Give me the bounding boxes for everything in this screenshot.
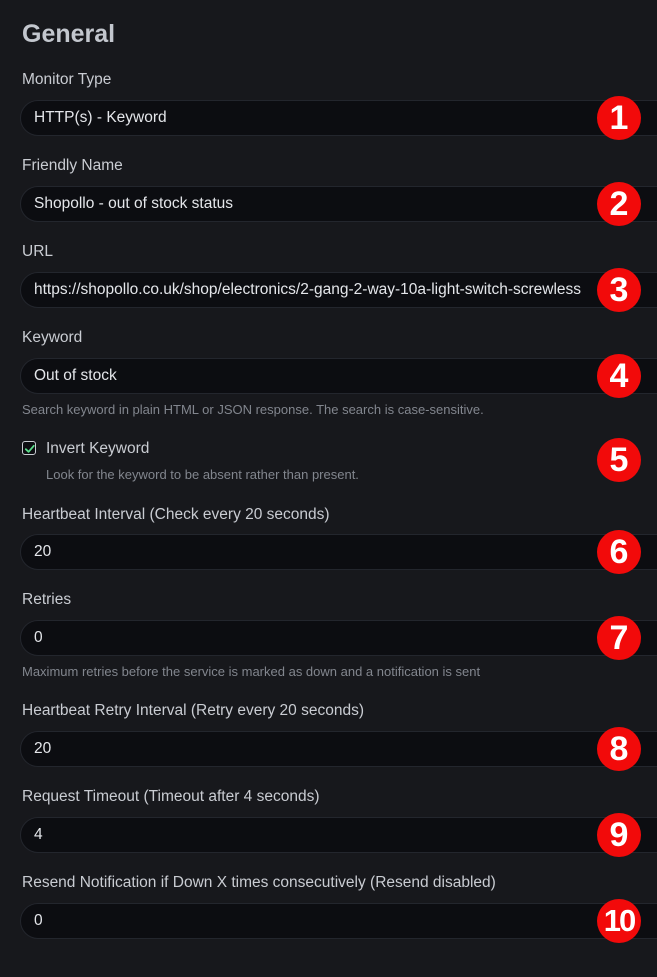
url-label: URL [22, 243, 54, 260]
heartbeat-interval-label: Heartbeat Interval (Check every 20 secon… [22, 506, 330, 523]
invert-keyword-help-text: Look for the keyword to be absent rather… [46, 467, 359, 482]
marker-3: 3 [597, 268, 641, 312]
marker-2: 2 [597, 182, 641, 226]
marker-6: 6 [597, 530, 641, 574]
monitor-type-select[interactable]: HTTP(s) - Keyword [20, 100, 657, 136]
marker-9: 9 [597, 813, 641, 857]
keyword-input[interactable]: Out of stock [20, 358, 657, 394]
resend-notification-label: Resend Notification if Down X times cons… [22, 874, 496, 891]
marker-5: 5 [597, 438, 641, 482]
marker-4: 4 [597, 354, 641, 398]
friendly-name-label: Friendly Name [22, 157, 123, 174]
marker-7: 7 [597, 616, 641, 660]
retries-label: Retries [22, 591, 72, 608]
monitor-type-label: Monitor Type [22, 71, 112, 88]
invert-keyword-label[interactable]: Invert Keyword [46, 440, 149, 458]
marker-10: 10 [597, 899, 641, 943]
retries-input[interactable]: 0 [20, 620, 657, 656]
heartbeat-interval-input[interactable]: 20 [20, 534, 657, 570]
url-input[interactable]: https://shopollo.co.uk/shop/electronics/… [20, 272, 657, 308]
request-timeout-label: Request Timeout (Timeout after 4 seconds… [22, 788, 320, 805]
marker-1: 1 [597, 96, 641, 140]
retry-interval-label: Heartbeat Retry Interval (Retry every 20… [22, 702, 364, 719]
keyword-label: Keyword [22, 329, 83, 346]
friendly-name-input[interactable]: Shopollo - out of stock status [20, 186, 657, 222]
marker-8: 8 [597, 727, 641, 771]
general-settings-panel: General Monitor Type HTTP(s) - Keyword F… [0, 0, 657, 977]
checkmark-icon [24, 444, 35, 453]
retries-help-text: Maximum retries before the service is ma… [22, 664, 481, 679]
request-timeout-input[interactable]: 4 [20, 817, 657, 853]
section-title: General [22, 20, 116, 48]
retry-interval-input[interactable]: 20 [20, 731, 657, 767]
resend-notification-input[interactable]: 0 [20, 903, 657, 939]
keyword-help-text: Search keyword in plain HTML or JSON res… [22, 402, 484, 417]
invert-keyword-checkbox[interactable] [22, 441, 36, 455]
